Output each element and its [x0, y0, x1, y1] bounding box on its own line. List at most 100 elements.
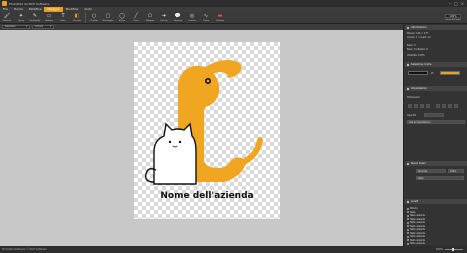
settings-panel-header[interactable]: Impostazioni: [405, 86, 467, 91]
brush-select[interactable]: Pennello ▾: [2, 25, 30, 29]
layer-visibility-checkbox[interactable]: [407, 214, 409, 217]
layer-list-item[interactable]: Testo azienda: [407, 242, 465, 245]
maximize-icon[interactable]: □: [454, 1, 458, 6]
layer-visibility-checkbox[interactable]: [407, 242, 409, 245]
tool-label: Gomma: [216, 20, 224, 22]
cat-eye-left: [168, 140, 172, 144]
zoom-slider-knob[interactable]: [452, 248, 455, 251]
circle2-icon: ◎: [189, 13, 195, 19]
tool-button[interactable]: 🖌 Pennello: [0, 12, 14, 24]
app-title: PhotoPad da NCH Software: [9, 1, 50, 6]
settings-button-5[interactable]: [436, 104, 440, 108]
settings-button-6[interactable]: [442, 104, 446, 108]
tool-button[interactable]: 💬 Fumetto: [171, 12, 185, 24]
tool-button[interactable]: ✎ Pennarello: [28, 12, 42, 24]
tool-label: Fumetto: [173, 20, 183, 22]
layer-visibility-checkbox[interactable]: [407, 225, 409, 227]
primary-color-swatch[interactable]: [408, 71, 428, 75]
tool-button[interactable]: ◯ Ellisse: [115, 12, 129, 24]
new-layers-panel-header[interactable]: Nuovi livelli: [405, 161, 467, 166]
layer-visibility-checkbox[interactable]: [407, 232, 409, 234]
blend-mode-select[interactable]: Normale: [416, 169, 446, 173]
tool-label: Secchio: [73, 20, 81, 22]
layers-icon: [407, 162, 409, 165]
layer-visibility-checkbox[interactable]: [407, 239, 409, 241]
tool-button[interactable]: T Testo: [56, 12, 70, 24]
zoom-label: Zoom dell'area: [445, 19, 461, 21]
rectangle-icon: ▢: [105, 13, 111, 19]
close-icon[interactable]: ×: [461, 1, 464, 6]
tool-button[interactable]: ○ Cerchio: [87, 12, 101, 24]
title-bar: PhotoPad da NCH Software – □ ×: [0, 0, 467, 7]
layer-visibility-checkbox[interactable]: [407, 228, 409, 231]
swap-colors-icon[interactable]: ⇄: [431, 71, 434, 75]
tool-button[interactable]: ➜ Freccia: [157, 12, 171, 24]
chevron-down-icon: ▾: [49, 25, 51, 28]
layer-visibility-checkbox[interactable]: [407, 235, 409, 238]
settings-button-3[interactable]: [420, 104, 424, 108]
tool-button[interactable]: ✦ Spray: [14, 12, 28, 24]
layer-opacity-field[interactable]: 100%: [448, 169, 464, 173]
ellipse-icon: ◯: [119, 13, 125, 19]
status-bar: PhotoPad Software © NCH Software 100%: [0, 246, 467, 253]
tool-label: Poligono: [145, 20, 155, 22]
settings-button-8[interactable]: [454, 104, 458, 108]
settings-panel-title: Impostazioni: [411, 87, 427, 90]
brush-icon: 🖌: [3, 13, 11, 19]
tool-button[interactable]: ⬠ Poligono: [143, 12, 157, 24]
cat-body: [153, 122, 197, 185]
ribbon-toolbar: 🖌 Pennello ✦ Spray ✎ Pennarello ▭ Gomma T Testo ◧ S…: [0, 12, 467, 24]
info-row: Livello: 1 / Livelli: 12: [407, 36, 431, 39]
zoom-control[interactable]: 100% Zoom dell'area: [445, 14, 461, 21]
marker-icon: ✎: [32, 13, 38, 19]
arrow-icon: ➜: [161, 13, 167, 19]
color-panel-header[interactable]: Selezione colore: [405, 62, 467, 67]
color-panel-title: Selezione colore: [411, 63, 432, 66]
zoom-slider[interactable]: [445, 248, 463, 251]
settings-button-7[interactable]: [448, 104, 452, 108]
layers-panel-header[interactable]: Livelli: [405, 199, 467, 204]
info-panel-header[interactable]: Informazioni: [405, 25, 467, 30]
secondary-color-swatch[interactable]: [440, 71, 460, 75]
tool-label: Linea: [133, 20, 139, 22]
settings-icon: [407, 87, 409, 90]
tool-label: Testo: [60, 20, 66, 22]
zoom-box[interactable]: 100%: [445, 14, 461, 18]
opacity-field[interactable]: [424, 113, 444, 117]
cat-eye-right: [178, 140, 182, 144]
layer-visibility-checkbox[interactable]: [407, 221, 409, 224]
tool-button[interactable]: ∿ Curva: [199, 12, 213, 24]
tool-button[interactable]: ╱ Linea: [129, 12, 143, 24]
tool-button[interactable]: ▬ Gomma: [213, 12, 227, 24]
color-select[interactable]: Colore ▾: [32, 25, 54, 29]
settings-button-4[interactable]: [426, 104, 430, 108]
rubber-icon: ▬: [217, 13, 223, 19]
tool-button[interactable]: ▢ Rettangolo: [101, 12, 115, 24]
company-name-text[interactable]: Nome dell'azienda: [134, 191, 280, 201]
line-icon: ╱: [134, 13, 138, 19]
layer-visibility-checkbox[interactable]: [407, 218, 409, 220]
chevron-down-icon: ▾: [25, 25, 27, 28]
eraser-icon: ▭: [46, 13, 52, 19]
new-layers-panel-title: Nuovi livelli: [411, 162, 426, 165]
layer-name: Testo azienda: [410, 242, 425, 245]
settings-button-2[interactable]: [414, 104, 418, 108]
tool-label: Pennello: [2, 20, 12, 22]
tool-button[interactable]: ◎ Cerchio: [185, 12, 199, 24]
layer-visibility-checkbox[interactable]: [407, 207, 409, 210]
minimize-icon[interactable]: –: [449, 1, 451, 6]
tool-button[interactable]: ▭ Gomma: [42, 12, 56, 24]
bucket-icon: ◧: [74, 13, 80, 19]
text-icon: T: [61, 13, 65, 19]
info-row: Base: 0: [407, 44, 416, 47]
tool-label: Curva: [203, 20, 209, 22]
layer-visibility-checkbox[interactable]: [407, 211, 409, 213]
layer-name-field[interactable]: Testo: [416, 176, 464, 180]
tool-label: Cerchio: [90, 20, 98, 22]
settings-button-1[interactable]: [408, 104, 412, 108]
tool-label: Gomma: [45, 20, 53, 22]
tool-button[interactable]: ◧ Secchio: [70, 12, 84, 24]
color-select-value: Colore: [35, 25, 44, 28]
info-row: Visibilità: 100%: [407, 54, 425, 57]
use-settings-button[interactable]: Usa le impostazioni: [407, 120, 465, 124]
